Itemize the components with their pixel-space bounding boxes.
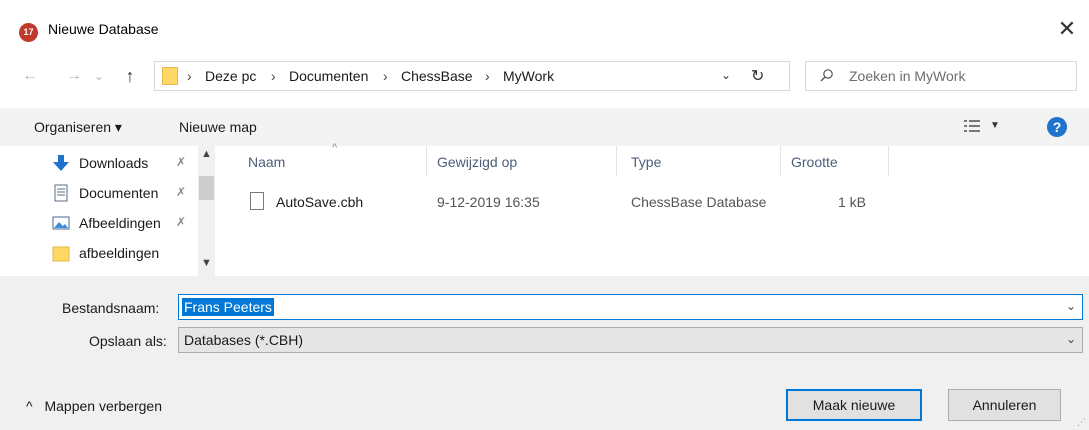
- breadcrumb-documenten[interactable]: Documenten: [289, 68, 368, 84]
- save-panel: Bestandsnaam: Frans Peeters ⌄ Opslaan al…: [0, 276, 1089, 430]
- download-arrow-icon: [53, 155, 69, 171]
- filename-value: Frans Peeters: [182, 298, 274, 316]
- nav-item-afbeeldingen-library[interactable]: Afbeeldingen ✗: [52, 212, 202, 236]
- filename-label: Bestandsnaam:: [62, 300, 160, 316]
- navigation-pane-scrollbar[interactable]: ▲ ▼: [198, 146, 215, 276]
- nav-item-label: afbeeldingen: [79, 245, 160, 261]
- breadcrumb-separator-icon: ›: [383, 68, 388, 84]
- search-input[interactable]: Zoeken in MyWork: [805, 61, 1077, 91]
- pin-icon: ✗: [176, 185, 187, 199]
- nav-item-label: Afbeeldingen: [79, 215, 161, 231]
- breadcrumb-separator-icon: ›: [271, 68, 276, 84]
- close-button[interactable]: ✕: [1052, 14, 1082, 44]
- chevron-down-icon[interactable]: ⌄: [721, 68, 731, 82]
- pin-icon: ✗: [176, 215, 187, 229]
- scrollbar-thumb[interactable]: [199, 176, 214, 200]
- column-header-name[interactable]: Naam: [248, 154, 285, 170]
- column-divider[interactable]: [780, 146, 781, 176]
- window-title: Nieuwe Database: [48, 21, 159, 37]
- file-type: ChessBase Database: [631, 194, 767, 210]
- refresh-icon[interactable]: ↻: [751, 66, 764, 86]
- nav-item-documenten[interactable]: Documenten ✗: [52, 182, 202, 206]
- file-modified: 9-12-2019 16:35: [437, 194, 540, 210]
- search-icon: [820, 69, 833, 82]
- nav-item-label: Downloads: [79, 155, 149, 171]
- chevron-down-icon[interactable]: ⌄: [1066, 332, 1076, 346]
- chevron-up-icon: ^: [26, 398, 33, 414]
- breadcrumb-mywork[interactable]: MyWork: [503, 68, 554, 84]
- save-as-type-label: Opslaan als:: [89, 333, 167, 349]
- create-new-button[interactable]: Maak nieuwe: [786, 389, 922, 421]
- resize-grip-icon[interactable]: ⋰: [1077, 417, 1086, 428]
- command-toolbar: Organiseren ▾ Nieuwe map ▼ ?: [0, 108, 1089, 146]
- document-icon: [54, 184, 68, 202]
- new-folder-button[interactable]: Nieuwe map: [179, 119, 257, 135]
- file-list: Naam ^ Gewijzigd op Type Grootte AutoSav…: [220, 142, 1089, 276]
- nav-item-downloads[interactable]: Downloads ✗: [52, 152, 202, 176]
- folder-icon: [162, 67, 178, 85]
- breadcrumb-chessbase[interactable]: ChessBase: [401, 68, 473, 84]
- folder-icon: [52, 246, 70, 262]
- breadcrumb-separator-icon: ›: [485, 68, 490, 84]
- file-name: AutoSave.cbh: [276, 194, 364, 210]
- hide-folders-toggle[interactable]: ^ Mappen verbergen: [26, 398, 162, 414]
- scroll-down-icon[interactable]: ▼: [201, 257, 212, 269]
- organize-menu-button[interactable]: Organiseren ▾: [34, 119, 122, 136]
- breadcrumb-deze-pc[interactable]: Deze pc: [205, 68, 256, 84]
- scroll-up-icon[interactable]: ▲: [201, 148, 212, 160]
- recent-locations-chevron-icon[interactable]: ⌄: [92, 64, 106, 88]
- table-row[interactable]: AutoSave.cbh 9-12-2019 16:35 ChessBase D…: [220, 192, 1089, 214]
- up-arrow-icon[interactable]: ↑: [120, 64, 140, 88]
- column-divider[interactable]: [888, 146, 889, 176]
- search-placeholder: Zoeken in MyWork: [849, 68, 966, 84]
- column-header-type[interactable]: Type: [631, 154, 661, 170]
- column-header-size[interactable]: Grootte: [791, 154, 838, 170]
- forward-arrow-icon[interactable]: →: [64, 64, 84, 88]
- hide-folders-label: Mappen verbergen: [44, 398, 162, 414]
- nav-item-afbeeldingen-folder[interactable]: afbeeldingen: [52, 242, 202, 266]
- column-divider[interactable]: [616, 146, 617, 176]
- help-icon[interactable]: ?: [1047, 117, 1067, 137]
- picture-icon: [52, 216, 70, 230]
- view-dropdown-caret-icon[interactable]: ▼: [990, 120, 1000, 131]
- column-divider[interactable]: [426, 146, 427, 176]
- title-bar: 17 Nieuwe Database ✕: [0, 0, 1089, 58]
- view-options-icon[interactable]: [964, 119, 980, 133]
- navigation-pane: Downloads ✗ Documenten ✗ Afbeeldingen ✗ …: [0, 146, 220, 276]
- chevron-down-icon[interactable]: ⌄: [1066, 299, 1076, 313]
- save-as-type-value: Databases (*.CBH): [184, 332, 304, 348]
- navigation-bar: ← → ⌄ ↑ › Deze pc › Documenten › ChessBa…: [0, 58, 1089, 98]
- file-icon: [250, 192, 264, 210]
- back-arrow-icon[interactable]: ←: [20, 64, 40, 88]
- breadcrumb-separator-icon: ›: [187, 68, 192, 84]
- file-size: 1 kB: [838, 194, 867, 210]
- sort-ascending-icon: ^: [332, 142, 338, 154]
- save-as-type-select[interactable]: Databases (*.CBH) ⌄: [178, 327, 1083, 353]
- address-bar[interactable]: › Deze pc › Documenten › ChessBase › MyW…: [154, 61, 790, 91]
- chessbase-app-icon: 17: [19, 23, 38, 42]
- cancel-button[interactable]: Annuleren: [948, 389, 1061, 421]
- nav-item-label: Documenten: [79, 185, 159, 201]
- filename-field[interactable]: Frans Peeters ⌄: [178, 294, 1083, 320]
- column-header-modified[interactable]: Gewijzigd op: [437, 154, 517, 170]
- pin-icon: ✗: [176, 155, 187, 169]
